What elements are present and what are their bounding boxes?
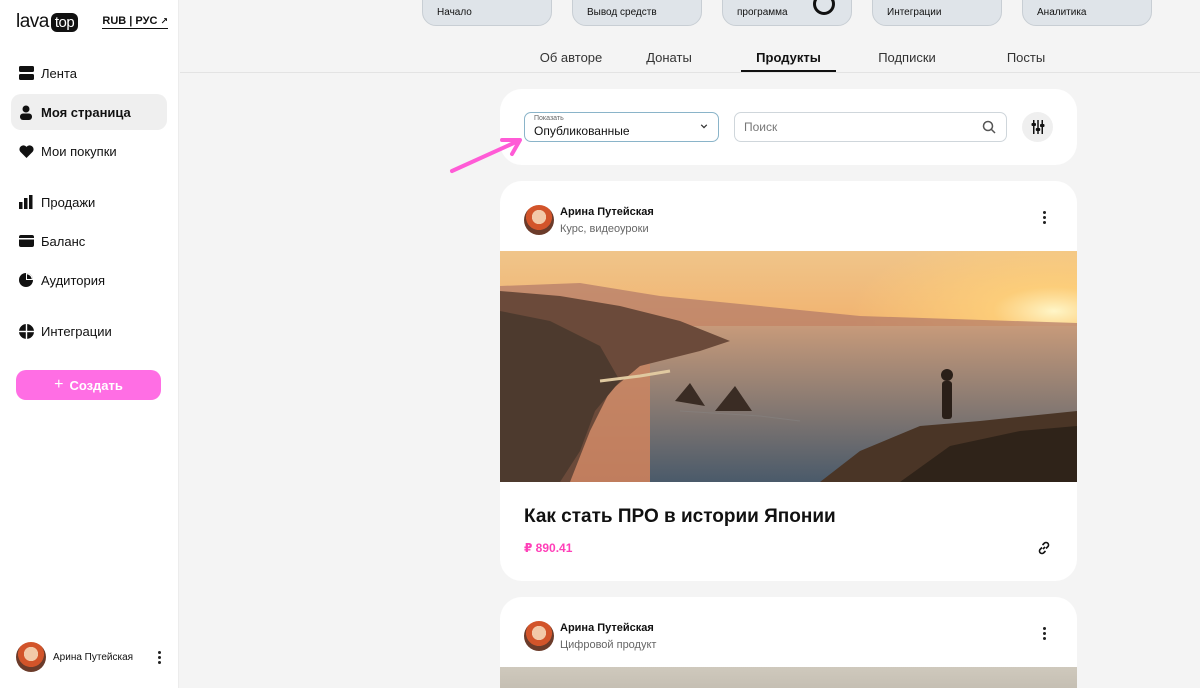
more-options-icon[interactable] <box>1037 623 1051 643</box>
integrations-icon <box>18 323 34 339</box>
sidebar: lava top RUB | РУС ↗ Лента Моя страница … <box>0 0 179 688</box>
target-icon <box>813 0 835 15</box>
sidebar-item-my-page[interactable]: Моя страница <box>11 94 167 130</box>
sidebar-item-integrations[interactable]: Интеграции <box>11 313 167 349</box>
avatar <box>16 642 46 672</box>
select-label: Показать <box>534 115 564 122</box>
product-title[interactable]: Как стать ПРО в истории Японии <box>524 506 836 528</box>
sidebar-item-label: Интеграции <box>41 323 112 339</box>
filter-settings-button[interactable] <box>1022 112 1053 142</box>
heart-icon <box>18 143 34 159</box>
product-author: Арина Путейская Курс, видеоуроки <box>524 205 654 235</box>
annotation-arrow-icon <box>450 138 522 173</box>
tab-subscriptions[interactable]: Подписки <box>862 50 952 65</box>
active-tab-indicator <box>741 70 836 72</box>
product-card[interactable]: Арина Путейская Курс, видеоуроки Как ста… <box>500 181 1077 581</box>
author-name: Арина Путейская <box>560 621 654 634</box>
profile-tabs: Об авторе Донаты Продукты Подписки Посты <box>180 44 1200 73</box>
plus-icon: + <box>54 376 64 393</box>
top-card-start[interactable]: Начало <box>422 0 552 26</box>
sidebar-item-label: Моя страница <box>41 104 131 120</box>
logo-row: lava top RUB | РУС ↗ <box>16 10 168 34</box>
top-card-label: Аналитика <box>1037 7 1087 18</box>
sidebar-user[interactable]: Арина Путейская <box>16 642 166 672</box>
top-card-integrations[interactable]: Интеграции <box>872 0 1002 26</box>
tab-posts[interactable]: Посты <box>986 50 1066 65</box>
top-card-label: Интеграции <box>887 7 942 18</box>
logo-text: lava <box>16 11 49 32</box>
top-card-label: Вывод средств <box>587 7 657 18</box>
link-icon[interactable] <box>1037 541 1051 555</box>
search-icon[interactable] <box>982 120 996 134</box>
sidebar-item-label: Баланс <box>41 233 86 249</box>
wallet-icon <box>18 233 34 249</box>
sidebar-item-feed[interactable]: Лента <box>11 55 167 91</box>
user-icon <box>18 104 34 120</box>
logo-badge: top <box>50 12 79 32</box>
tab-donations[interactable]: Донаты <box>629 50 709 65</box>
user-name: Арина Путейская <box>53 651 134 663</box>
product-card[interactable]: Арина Путейская Цифровой продукт <box>500 597 1077 688</box>
sidebar-item-sales[interactable]: Продажи <box>11 184 167 220</box>
select-value: Опубликованные <box>534 124 630 138</box>
sidebar-item-label: Мои покупки <box>41 143 117 159</box>
sidebar-item-audience[interactable]: Аудитория <box>11 262 167 298</box>
top-card-withdraw[interactable]: Вывод средств <box>572 0 702 26</box>
feed-icon <box>18 65 34 81</box>
bar-chart-icon <box>18 194 34 210</box>
sliders-icon <box>1031 120 1044 134</box>
currency-label: RUB | РУС <box>102 15 158 27</box>
top-card-program[interactable]: программа <box>722 0 852 26</box>
show-filter-select[interactable]: Показать Опубликованные <box>524 112 719 142</box>
avatar <box>524 205 554 235</box>
sidebar-item-balance[interactable]: Баланс <box>11 223 167 259</box>
pie-chart-icon <box>18 272 34 288</box>
product-author: Арина Путейская Цифровой продукт <box>524 621 656 651</box>
create-button[interactable]: + Создать <box>16 370 161 400</box>
chevron-down-icon <box>700 124 708 129</box>
top-card-label: программа <box>737 7 788 18</box>
product-type: Цифровой продукт <box>560 638 657 651</box>
avatar <box>524 621 554 651</box>
author-name: Арина Путейская <box>560 205 654 218</box>
top-card-label: Начало <box>437 7 472 18</box>
product-cover-image[interactable] <box>500 251 1077 482</box>
top-card-analytics[interactable]: Аналитика <box>1022 0 1152 26</box>
currency-language-switch[interactable]: RUB | РУС ↗ <box>102 15 168 29</box>
tab-about[interactable]: Об авторе <box>521 50 621 65</box>
logo[interactable]: lava top <box>16 11 79 33</box>
sidebar-item-label: Лента <box>41 65 77 81</box>
product-price: ₽ 890.41 <box>524 541 573 555</box>
product-cover-image[interactable] <box>500 667 1077 688</box>
product-type: Курс, видеоуроки <box>560 222 649 235</box>
create-button-label: Создать <box>69 377 123 393</box>
sidebar-item-label: Аудитория <box>41 272 106 288</box>
more-options-icon[interactable] <box>1037 207 1051 227</box>
tab-products[interactable]: Продукты <box>741 50 836 65</box>
more-options-icon[interactable] <box>152 647 166 667</box>
sidebar-item-purchases[interactable]: Мои покупки <box>11 133 167 169</box>
sidebar-item-label: Продажи <box>41 194 96 210</box>
external-arrow-icon: ↗ <box>160 16 168 26</box>
search-input[interactable] <box>734 112 1007 142</box>
